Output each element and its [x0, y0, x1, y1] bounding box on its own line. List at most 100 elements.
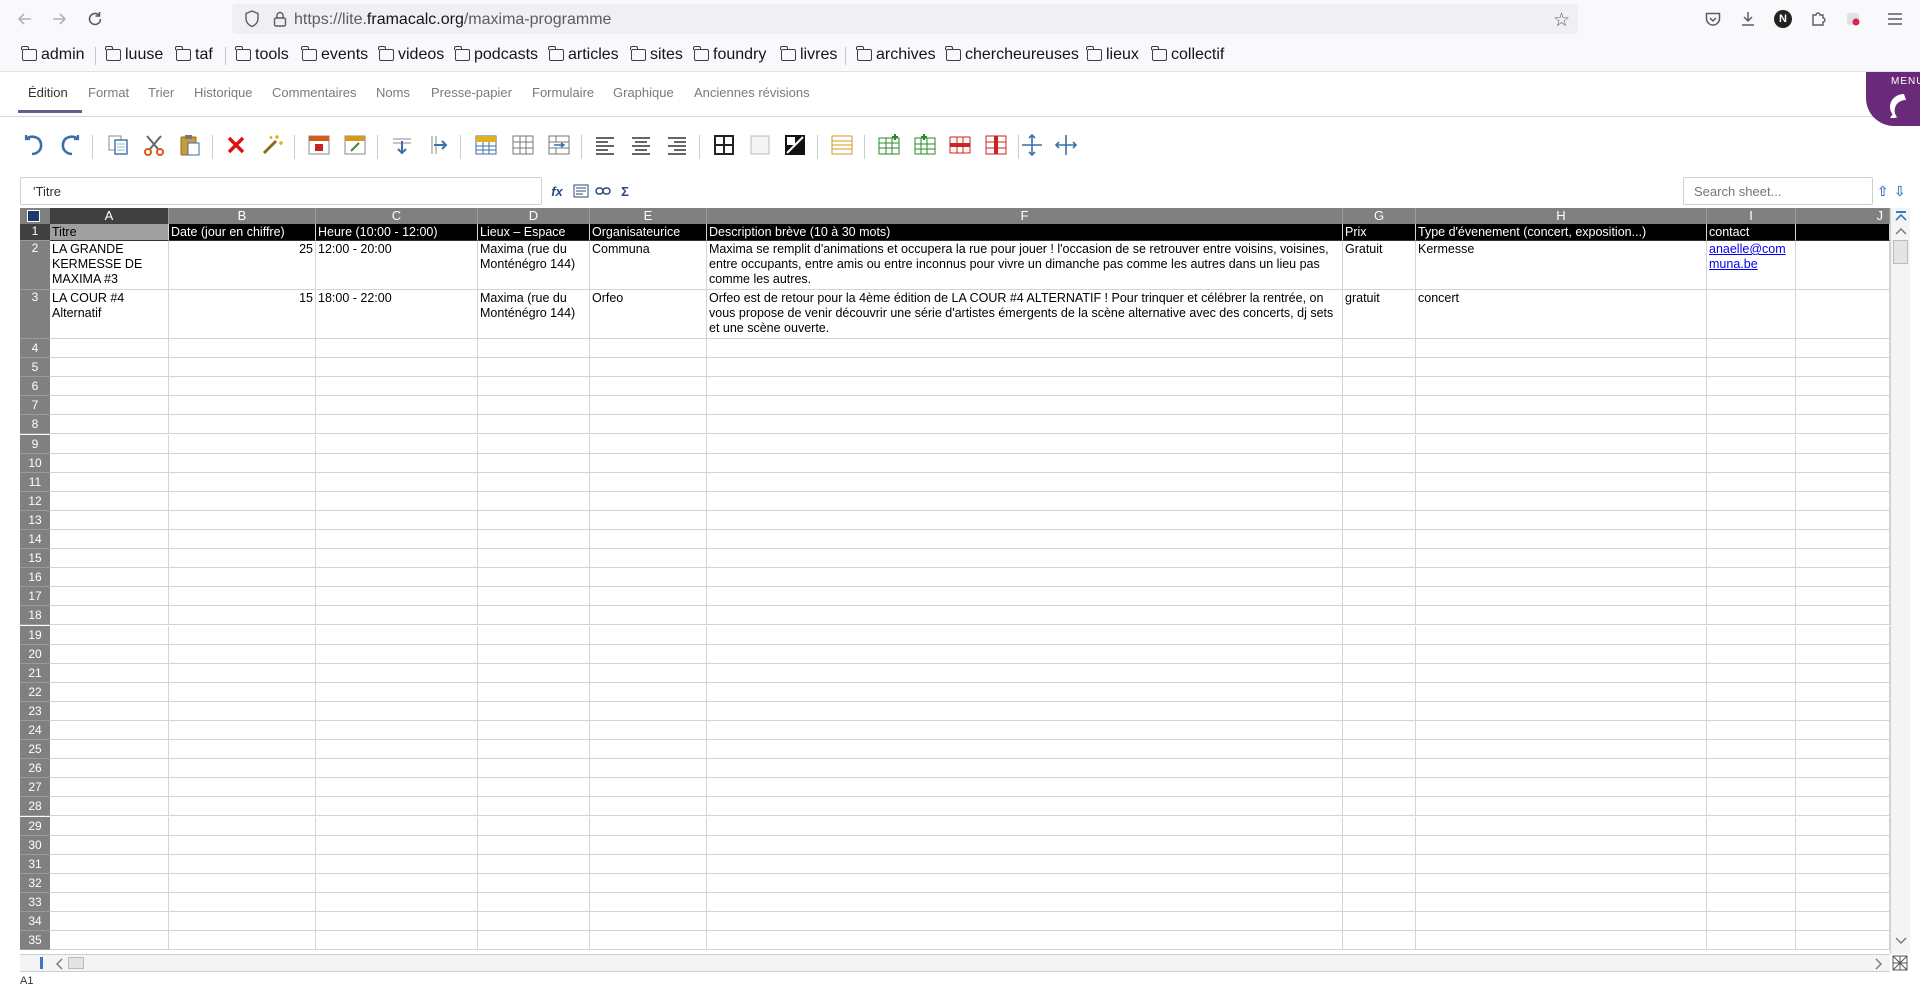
empty-cell[interactable] [707, 625, 1343, 645]
row-header[interactable]: 20 [20, 644, 50, 664]
cell-j2[interactable] [1796, 241, 1890, 290]
row-header[interactable]: 26 [20, 759, 50, 779]
paste-button[interactable] [176, 131, 204, 159]
empty-cell[interactable] [1796, 892, 1890, 912]
empty-cell[interactable] [590, 931, 707, 951]
empty-cell[interactable] [707, 912, 1343, 932]
cell-f1[interactable]: Description brève (10 à 30 mots) [707, 224, 1343, 241]
empty-cell[interactable] [707, 377, 1343, 397]
empty-cell[interactable] [1343, 816, 1416, 836]
empty-cell[interactable] [1416, 682, 1707, 702]
empty-cell[interactable] [316, 339, 478, 359]
empty-cell[interactable] [169, 358, 316, 378]
empty-cell[interactable] [707, 510, 1343, 530]
empty-cell[interactable] [50, 931, 169, 951]
cell-a1[interactable]: Titre [50, 224, 169, 241]
search-next-arrow-icon[interactable]: ⇩ [1894, 183, 1906, 200]
lock-icon[interactable] [272, 10, 288, 28]
empty-cell[interactable] [1416, 530, 1707, 550]
empty-cell[interactable] [1343, 873, 1416, 893]
empty-cell[interactable] [1343, 625, 1416, 645]
empty-cell[interactable] [478, 606, 590, 626]
scroll-left-arrow-icon[interactable] [54, 957, 64, 971]
empty-cell[interactable] [707, 701, 1343, 721]
merge-cells-button[interactable] [472, 131, 500, 159]
empty-cell[interactable] [590, 510, 707, 530]
empty-cell[interactable] [478, 816, 590, 836]
empty-cell[interactable] [1796, 721, 1890, 741]
empty-cell[interactable] [1796, 549, 1890, 569]
bookmark-folder-taf[interactable]: taf [175, 45, 213, 65]
empty-cell[interactable] [1343, 396, 1416, 416]
empty-cell[interactable] [1796, 663, 1890, 683]
bookmark-folder-events[interactable]: events [301, 45, 368, 65]
link-icon[interactable] [594, 183, 612, 199]
cell-d1[interactable]: Lieux – Espace [478, 224, 590, 241]
undo-button[interactable] [20, 131, 48, 159]
empty-cell[interactable] [478, 339, 590, 359]
cell-g2[interactable]: Gratuit [1343, 241, 1416, 290]
empty-cell[interactable] [478, 873, 590, 893]
empty-cell[interactable] [1707, 701, 1796, 721]
extensions-puzzle-icon[interactable] [1804, 5, 1832, 33]
empty-cell[interactable] [50, 854, 169, 874]
empty-cell[interactable] [1796, 339, 1890, 359]
empty-cell[interactable] [316, 377, 478, 397]
empty-cell[interactable] [1796, 778, 1890, 798]
empty-cell[interactable] [590, 396, 707, 416]
cell-b2[interactable]: 25 [169, 241, 316, 290]
empty-cell[interactable] [707, 549, 1343, 569]
empty-cell[interactable] [478, 453, 590, 473]
empty-cell[interactable] [590, 549, 707, 569]
formula-input[interactable] [20, 177, 542, 205]
horizontal-scroll-thumb[interactable] [68, 957, 84, 969]
empty-cell[interactable] [1796, 912, 1890, 932]
empty-cell[interactable] [1707, 472, 1796, 492]
column-header-i[interactable]: I [1707, 208, 1796, 224]
empty-cell[interactable] [1416, 568, 1707, 588]
cell-g1[interactable]: Prix [1343, 224, 1416, 241]
empty-cell[interactable] [590, 721, 707, 741]
empty-cell[interactable] [707, 892, 1343, 912]
empty-cell[interactable] [590, 530, 707, 550]
empty-cell[interactable] [169, 472, 316, 492]
row-header[interactable]: 33 [20, 892, 50, 912]
empty-cell[interactable] [1416, 510, 1707, 530]
empty-cell[interactable] [50, 549, 169, 569]
empty-cell[interactable] [1707, 549, 1796, 569]
search-sheet-input[interactable] [1683, 177, 1873, 205]
empty-cell[interactable] [50, 510, 169, 530]
hamburger-menu-icon[interactable] [1881, 5, 1909, 33]
empty-cell[interactable] [1707, 434, 1796, 454]
empty-cell[interactable] [50, 873, 169, 893]
empty-cell[interactable] [478, 510, 590, 530]
paste-formats-button[interactable] [258, 131, 286, 159]
bookmark-star-icon[interactable]: ☆ [1553, 9, 1570, 32]
empty-cell[interactable] [1796, 606, 1890, 626]
empty-cell[interactable] [707, 606, 1343, 626]
empty-cell[interactable] [1416, 854, 1707, 874]
empty-cell[interactable] [478, 396, 590, 416]
cell-a3[interactable]: LA COUR #4 Alternatif [50, 290, 169, 339]
empty-cell[interactable] [1796, 415, 1890, 435]
empty-cell[interactable] [50, 434, 169, 454]
empty-cell[interactable] [478, 415, 590, 435]
empty-cell[interactable] [707, 358, 1343, 378]
empty-cell[interactable] [478, 931, 590, 951]
empty-cell[interactable] [169, 549, 316, 569]
empty-cell[interactable] [316, 606, 478, 626]
empty-cell[interactable] [1416, 835, 1707, 855]
empty-cell[interactable] [707, 682, 1343, 702]
empty-cell[interactable] [1343, 377, 1416, 397]
empty-cell[interactable] [590, 339, 707, 359]
tab-edition[interactable]: Édition [28, 85, 68, 100]
empty-cell[interactable] [169, 778, 316, 798]
empty-cell[interactable] [169, 587, 316, 607]
row-header[interactable]: 10 [20, 453, 50, 473]
empty-cell[interactable] [1707, 778, 1796, 798]
empty-cell[interactable] [316, 587, 478, 607]
column-header-e[interactable]: E [590, 208, 707, 224]
empty-cell[interactable] [1416, 339, 1707, 359]
empty-cell[interactable] [1796, 472, 1890, 492]
empty-cell[interactable] [50, 568, 169, 588]
